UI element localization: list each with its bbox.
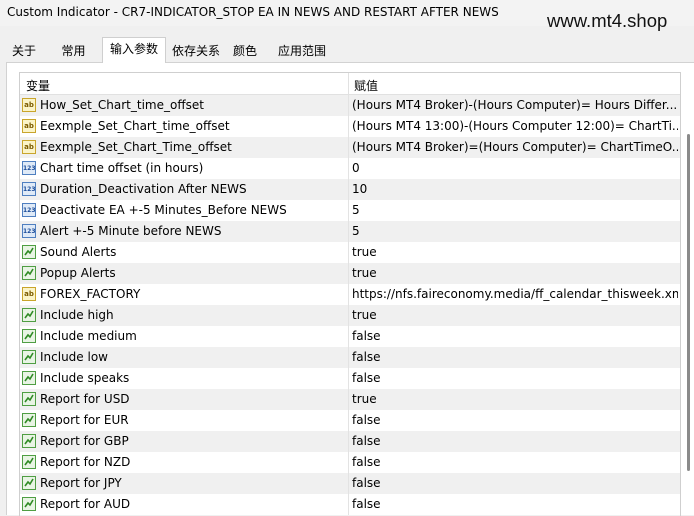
boolean-icon bbox=[22, 392, 36, 406]
boolean-icon bbox=[22, 476, 36, 490]
table-row[interactable]: Report for AUD false bbox=[20, 494, 680, 515]
table-row[interactable]: 123 Alert +-5 Minute before NEWS 5 bbox=[20, 221, 680, 242]
string-icon: ab bbox=[22, 140, 36, 154]
variable-value[interactable]: false bbox=[352, 476, 678, 490]
variable-value[interactable]: false bbox=[352, 371, 678, 385]
variable-value[interactable]: true bbox=[352, 308, 678, 322]
variable-name: Include low bbox=[40, 350, 108, 364]
table-row[interactable]: Include speaks false bbox=[20, 368, 680, 389]
variable-value[interactable]: https://nfs.faireconomy.media/ff_calenda… bbox=[352, 287, 678, 301]
tab-about[interactable]: 关于 bbox=[6, 39, 42, 61]
table-row[interactable]: 123 Chart time offset (in hours) 0 bbox=[20, 158, 680, 179]
variable-name: Include medium bbox=[40, 329, 137, 343]
table-row[interactable]: Include low false bbox=[20, 347, 680, 368]
boolean-icon bbox=[22, 413, 36, 427]
boolean-icon bbox=[22, 434, 36, 448]
table-row[interactable]: Include high true bbox=[20, 305, 680, 326]
boolean-icon bbox=[22, 497, 36, 511]
boolean-icon bbox=[22, 308, 36, 322]
variable-name: Deactivate EA +-5 Minutes_Before NEWS bbox=[40, 203, 287, 217]
watermark: www.mt4.shop bbox=[547, 10, 668, 31]
table-row[interactable]: Report for USD true bbox=[20, 389, 680, 410]
variable-name: FOREX_FACTORY bbox=[40, 287, 141, 301]
title-bar: Custom Indicator - CR7-INDICATOR_STOP EA… bbox=[0, 0, 694, 31]
boolean-icon bbox=[22, 455, 36, 469]
boolean-icon bbox=[22, 371, 36, 385]
table-row[interactable]: Report for JPY false bbox=[20, 473, 680, 494]
integer-icon: 123 bbox=[22, 161, 36, 175]
variable-value[interactable]: false bbox=[352, 413, 678, 427]
variable-name: Include speaks bbox=[40, 371, 130, 385]
table-row[interactable]: Report for NZD false bbox=[20, 452, 680, 473]
variable-value[interactable]: false bbox=[352, 350, 678, 364]
inputs-grid: 变量 赋值 ab How_Set_Chart_time_offset (Hours … bbox=[19, 72, 681, 516]
variable-value[interactable]: false bbox=[352, 434, 678, 448]
variable-value[interactable]: 5 bbox=[352, 224, 678, 238]
variable-name: Duration_Deactivation After NEWS bbox=[40, 182, 247, 196]
table-row[interactable]: Report for GBP false bbox=[20, 431, 680, 452]
variable-name: Popup Alerts bbox=[40, 266, 116, 280]
table-row[interactable]: ab Eexmple_Set_Chart_time_offset (Hours MT… bbox=[20, 116, 680, 137]
variable-value[interactable]: true bbox=[352, 245, 678, 259]
variable-name: Report for NZD bbox=[40, 455, 131, 469]
variable-value[interactable]: (Hours MT4 Broker)=(Hours Computer)= Cha… bbox=[352, 140, 678, 154]
variable-name: Report for USD bbox=[40, 392, 130, 406]
integer-icon: 123 bbox=[22, 182, 36, 196]
tab-common[interactable]: 常用 bbox=[53, 39, 94, 61]
boolean-icon bbox=[22, 350, 36, 364]
variable-name: Eexmple_Set_Chart_Time_offset bbox=[40, 140, 232, 154]
variable-name: Include high bbox=[40, 308, 114, 322]
scrollbar-thumb[interactable] bbox=[687, 134, 690, 471]
table-row[interactable]: Report for EUR false bbox=[20, 410, 680, 431]
string-icon: ab bbox=[22, 287, 36, 301]
inputs-panel: 变量 赋值 ab How_Set_Chart_time_offset (Hours … bbox=[6, 62, 694, 516]
variable-name: How_Set_Chart_time_offset bbox=[40, 98, 204, 112]
variable-name: Chart time offset (in hours) bbox=[40, 161, 204, 175]
vertical-scrollbar[interactable] bbox=[682, 134, 694, 471]
grid-header: 变量 赋值 bbox=[20, 73, 680, 95]
table-row[interactable]: ab Eexmple_Set_Chart_Time_offset (Hours MT… bbox=[20, 137, 680, 158]
column-header-value[interactable]: 赋值 bbox=[354, 77, 378, 94]
variable-value[interactable]: (Hours MT4 13:00)-(Hours Computer 12:00)… bbox=[352, 119, 678, 133]
window-title: Custom Indicator - CR7-INDICATOR_STOP EA… bbox=[7, 5, 499, 19]
table-row[interactable]: Sound Alerts true bbox=[20, 242, 680, 263]
variable-name: Report for AUD bbox=[40, 497, 131, 511]
boolean-icon bbox=[22, 329, 36, 343]
variable-value[interactable]: true bbox=[352, 392, 678, 406]
variable-value[interactable]: 10 bbox=[352, 182, 678, 196]
string-icon: ab bbox=[22, 119, 36, 133]
string-icon: ab bbox=[22, 98, 36, 112]
tab-visualization[interactable]: 应用范围 bbox=[272, 39, 332, 61]
table-row[interactable]: ab How_Set_Chart_time_offset (Hours MT4 Br… bbox=[20, 95, 680, 116]
column-header-variable[interactable]: 变量 bbox=[26, 77, 50, 94]
variable-name: Alert +-5 Minute before NEWS bbox=[40, 224, 222, 238]
table-row[interactable]: Popup Alerts true bbox=[20, 263, 680, 284]
integer-icon: 123 bbox=[22, 224, 36, 238]
tab-dependencies[interactable]: 依存关系 bbox=[167, 39, 225, 61]
tab-inputs[interactable]: 输入参数 bbox=[102, 37, 166, 63]
variable-value[interactable]: 5 bbox=[352, 203, 678, 217]
variable-value[interactable]: true bbox=[352, 266, 678, 280]
variable-value[interactable]: false bbox=[352, 329, 678, 343]
variable-value[interactable]: false bbox=[352, 497, 678, 511]
variable-name: Report for EUR bbox=[40, 413, 129, 427]
integer-icon: 123 bbox=[22, 203, 36, 217]
table-row[interactable]: Include medium false bbox=[20, 326, 680, 347]
table-row[interactable]: 123 Duration_Deactivation After NEWS 10 bbox=[20, 179, 680, 200]
variable-name: Report for GBP bbox=[40, 434, 129, 448]
variable-name: Report for JPY bbox=[40, 476, 122, 490]
table-row[interactable]: 123 Deactivate EA +-5 Minutes_Before NEWS… bbox=[20, 200, 680, 221]
table-row[interactable]: ab FOREX_FACTORY https://nfs.faireconomy.m… bbox=[20, 284, 680, 305]
variable-value[interactable]: (Hours MT4 Broker)-(Hours Computer)= Hou… bbox=[352, 98, 678, 112]
variable-value[interactable]: false bbox=[352, 455, 678, 469]
variable-value[interactable]: 0 bbox=[352, 161, 678, 175]
variable-name: Sound Alerts bbox=[40, 245, 117, 259]
boolean-icon bbox=[22, 266, 36, 280]
tab-colors[interactable]: 颜色 bbox=[226, 39, 264, 61]
boolean-icon bbox=[22, 245, 36, 259]
variable-name: Eexmple_Set_Chart_time_offset bbox=[40, 119, 230, 133]
